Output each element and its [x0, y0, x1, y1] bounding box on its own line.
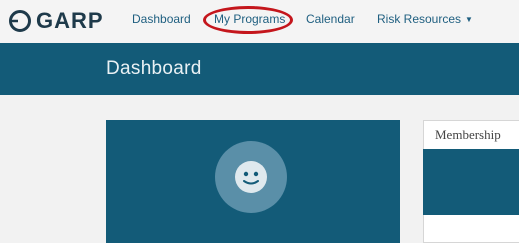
top-navbar: GARP Dashboard My Programs Calendar Risk… [0, 0, 519, 44]
nav-item-calendar[interactable]: Calendar [306, 12, 355, 26]
membership-title: Membership [435, 127, 501, 142]
screenshot-frame: GARP Dashboard My Programs Calendar Risk… [0, 0, 519, 243]
garp-logo-icon [9, 10, 31, 32]
nav-item-risk-resources[interactable]: Risk Resources ▼ [377, 12, 473, 26]
membership-panel: Membership [423, 120, 519, 243]
garp-logo[interactable]: GARP [8, 6, 104, 36]
nav-item-my-programs[interactable]: My Programs [214, 12, 285, 26]
membership-panel-body [423, 149, 519, 215]
brand-name: GARP [36, 8, 104, 33]
page-header: Dashboard [0, 43, 519, 95]
smiley-face-icon [235, 161, 267, 193]
caret-down-icon: ▼ [465, 15, 473, 25]
nav-item-risk-resources-label: Risk Resources [377, 12, 462, 26]
profile-card [106, 120, 400, 243]
avatar[interactable] [215, 141, 287, 213]
page-title: Dashboard [106, 58, 202, 79]
nav-item-dashboard[interactable]: Dashboard [132, 12, 191, 26]
